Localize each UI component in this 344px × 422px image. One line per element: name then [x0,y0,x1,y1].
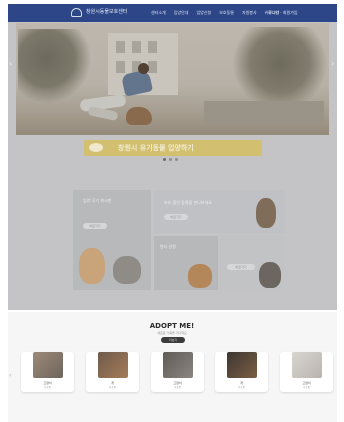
carousel-prev-icon[interactable]: ‹ [9,372,11,380]
banner-text: 창원시 유기동물 입양하기 [118,144,194,152]
speech-bubble-icon [89,143,103,152]
hero-bench [204,101,324,123]
dog-photo [188,264,212,288]
pet-label: 고양이 [43,381,52,385]
more-button[interactable]: 더보기 [161,337,185,343]
review-card[interactable]: 입양 후기 게시판 바로가기 [73,190,151,290]
pet-status: 보호중 [44,386,51,389]
pet-card[interactable]: 개 보호중 [86,352,139,392]
menu-item-about[interactable]: 센터소개 [151,9,166,16]
card-title: 봉사 신청 [160,244,176,249]
pet-photo [33,352,63,378]
top-nav: 창원시동물보호센터 센터소개 입양안내 입양신청 보호동물 자원봉사 커뮤니티 … [8,4,337,22]
hero-dog [126,107,152,125]
adopt-subtitle: 새로운 가족을 기다려요 [157,331,187,335]
pet-status: 보호중 [109,386,116,389]
menu-item-animals[interactable]: 보호동물 [219,9,234,16]
slide-dot[interactable] [175,158,178,161]
hero-slide-image [16,23,329,135]
card-link-button[interactable]: 바로가기 [83,223,107,229]
pet-card[interactable]: 개 보호중 [215,352,268,392]
pet-photo [163,352,193,378]
main-menu: 센터소개 입양안내 입양신청 보호동물 자원봉사 커뮤니티 [151,9,279,16]
pet-label: 개 [240,381,243,385]
cat-photo [259,262,281,288]
pet-status: 보호중 [303,386,310,389]
menu-item-apply[interactable]: 입양신청 [196,9,211,16]
menu-item-volunteer[interactable]: 자원봉사 [242,9,257,16]
adopt-title: ADOPT ME! [149,322,195,330]
animals-card[interactable]: 보호 중인 동물을 만나보세요 바로가기 [154,190,285,233]
hero-person [138,63,149,74]
pet-photo [98,352,128,378]
pet-label: 고양이 [173,381,182,385]
cat-photo [113,256,141,284]
slide-dot[interactable] [163,158,166,161]
card-link-button[interactable]: 바로가기 [227,264,255,270]
volunteer-card[interactable]: 봉사 신청 [154,236,218,290]
hero-next-icon[interactable]: › [331,59,337,69]
login-link[interactable]: 로그인 · 회원가입 [268,9,298,16]
pet-photo [292,352,322,378]
dog-photo [256,198,276,228]
pet-status: 보호중 [174,386,181,389]
pet-label: 고양이 [302,381,311,385]
pet-status: 보호중 [238,386,245,389]
brand-name[interactable]: 창원시동물보호센터 [86,9,127,16]
card-title: 보호 중인 동물을 만나보세요 [164,200,212,205]
hero-prev-icon[interactable]: ‹ [9,59,15,69]
card-link-button[interactable]: 바로가기 [164,214,188,220]
pet-card[interactable]: 고양이 보호중 [21,352,74,392]
hero-person [87,105,119,122]
hero-tree [18,29,90,103]
pet-card[interactable]: 고양이 보호중 [151,352,204,392]
shop-card[interactable]: 바로가기 [221,236,285,290]
slide-indicator [163,158,178,161]
menu-item-guide[interactable]: 입양안내 [174,9,189,16]
pet-photo [227,352,257,378]
page: 창원시동물보호센터 센터소개 입양안내 입양신청 보호동물 자원봉사 커뮤니티 … [0,0,344,422]
dog-photo [79,248,105,284]
home-logo-icon[interactable] [71,8,82,17]
pet-label: 개 [111,381,114,385]
hero-tree [231,27,329,107]
card-title: 입양 후기 게시판 [83,198,112,203]
pet-card[interactable]: 고양이 보호중 [280,352,333,392]
slide-dot[interactable] [169,158,172,161]
